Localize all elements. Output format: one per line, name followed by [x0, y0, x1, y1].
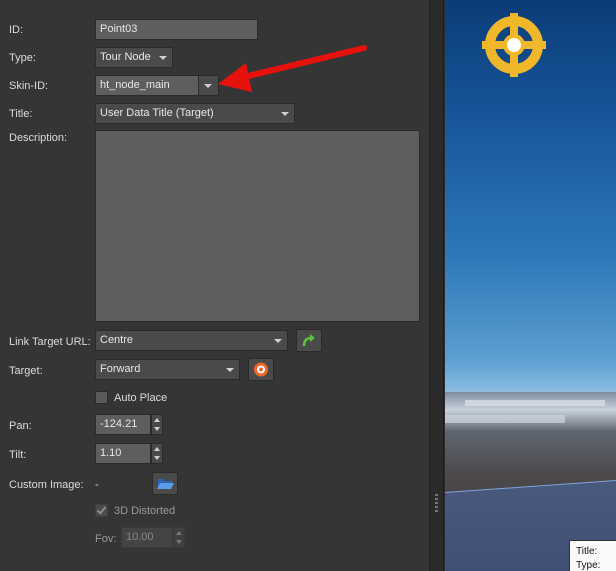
fov-label: Fov:: [95, 533, 117, 545]
chevron-down-icon: [281, 112, 289, 116]
type-value: Tour Node: [100, 51, 151, 63]
stepper-up-icon[interactable]: [154, 447, 160, 451]
link-target-url-value: Centre: [100, 334, 134, 346]
description-label: Description:: [9, 132, 68, 144]
target-picker-button[interactable]: [248, 358, 274, 381]
auto-place-checkbox[interactable]: [95, 391, 108, 404]
target-dropdown[interactable]: Forward: [95, 359, 240, 380]
chevron-down-icon: [226, 368, 234, 372]
type-dropdown[interactable]: Tour Node: [95, 47, 173, 68]
link-target-button[interactable]: [296, 329, 322, 352]
gold-crosshair-icon[interactable]: [474, 8, 554, 88]
green-curved-arrow-icon: [302, 334, 315, 347]
stepper-down-icon[interactable]: [154, 427, 160, 431]
splitter-grip-icon[interactable]: [435, 494, 438, 514]
id-label: ID:: [9, 24, 24, 36]
skin-id-dropdown-button[interactable]: [198, 76, 218, 95]
3d-distorted-label: 3D Distorted: [114, 505, 176, 517]
custom-image-browse-button[interactable]: [152, 472, 178, 495]
hotspot-tooltip: Title: Type:: [569, 540, 616, 571]
custom-image-value: -: [95, 479, 99, 491]
tilt-stepper[interactable]: [151, 443, 163, 464]
tilt-input[interactable]: 1.10: [95, 443, 151, 464]
tooltip-type: Type:: [576, 560, 601, 571]
pan-label: Pan:: [9, 420, 32, 432]
title-dropdown[interactable]: User Data Title (Target): [95, 103, 295, 124]
stepper-up-icon[interactable]: [176, 531, 182, 535]
type-label: Type:: [9, 52, 36, 64]
3d-distorted-checkbox[interactable]: [95, 504, 108, 517]
stepper-down-icon[interactable]: [154, 456, 160, 460]
pan-input[interactable]: -124.21: [95, 414, 151, 435]
skin-id-combobox[interactable]: ht_node_main: [95, 75, 219, 96]
pan-stepper[interactable]: [151, 414, 163, 435]
skin-id-value[interactable]: ht_node_main: [100, 79, 170, 91]
checkmark-icon: [96, 504, 107, 515]
link-target-url-dropdown[interactable]: Centre: [95, 330, 288, 351]
stepper-down-icon[interactable]: [176, 540, 182, 544]
tilt-label: Tilt:: [9, 449, 27, 461]
chevron-down-icon: [159, 56, 167, 60]
terrain-detail: [445, 415, 565, 423]
fov-input[interactable]: 10.00: [121, 527, 173, 548]
terrain-detail: [465, 400, 605, 406]
custom-image-label: Custom Image:: [9, 479, 84, 491]
chevron-down-icon: [204, 84, 212, 88]
stepper-up-icon[interactable]: [154, 418, 160, 422]
description-textarea[interactable]: [95, 130, 420, 322]
chevron-down-icon: [274, 339, 282, 343]
orange-target-icon: [254, 362, 268, 377]
tooltip-title: Title:: [576, 546, 598, 557]
properties-panel: ID: Point03 Type: Tour Node Skin-ID: ht_…: [0, 0, 430, 571]
id-input[interactable]: Point03: [95, 19, 258, 40]
panel-splitter[interactable]: [430, 0, 444, 571]
target-value: Forward: [100, 363, 141, 375]
skin-id-label: Skin-ID:: [9, 80, 49, 92]
auto-place-label: Auto Place: [114, 392, 168, 404]
blue-folder-icon: [157, 479, 174, 489]
title-label: Title:: [9, 108, 33, 120]
fov-stepper[interactable]: [173, 527, 185, 548]
link-target-url-label: Link Target URL:: [9, 336, 91, 348]
title-value: User Data Title (Target): [100, 107, 214, 119]
target-label: Target:: [9, 365, 43, 377]
